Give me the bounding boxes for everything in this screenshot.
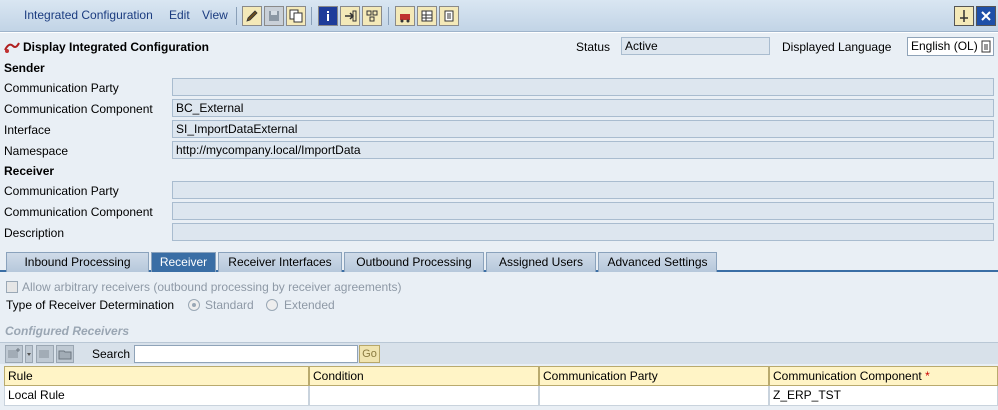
sender-interface-label: Interface (4, 123, 51, 137)
sender-component-label: Communication Component (4, 102, 153, 116)
extended-radio[interactable] (266, 299, 278, 311)
folder-icon (58, 350, 72, 360)
navigate-button[interactable] (340, 6, 360, 26)
column-header-communication-party[interactable]: Communication Party (539, 366, 769, 386)
close-icon (981, 11, 991, 21)
info-button[interactable] (318, 6, 338, 26)
language-select[interactable]: English (OL) (907, 37, 994, 56)
save-button[interactable] (264, 6, 284, 26)
where-used-button[interactable] (362, 6, 382, 26)
add-row-icon (8, 348, 20, 358)
pin-button[interactable] (954, 6, 974, 26)
go-button[interactable]: Go (359, 345, 380, 363)
configured-receivers-title: Configured Receivers (5, 324, 130, 338)
allow-arbitrary-checkbox[interactable] (6, 281, 18, 293)
table-cell-communication-party[interactable] (539, 386, 769, 406)
language-value: English (OL) (911, 39, 978, 53)
tab-outbound-processing[interactable]: Outbound Processing (344, 252, 484, 272)
transport-button[interactable] (395, 6, 415, 26)
table-cell-condition[interactable] (309, 386, 539, 406)
copy-button[interactable] (286, 6, 306, 26)
menu-view[interactable]: View (202, 8, 228, 22)
extended-label: Extended (284, 298, 335, 312)
table-cell-communication-component[interactable]: Z_ERP_TST (769, 386, 998, 406)
chevron-down-icon (27, 353, 31, 356)
transport-icon (400, 14, 410, 23)
column-header-communication-component[interactable]: Communication Component * (769, 366, 998, 386)
receiver-component-label: Communication Component (4, 205, 153, 219)
receiver-description-field (172, 223, 994, 241)
search-input[interactable] (134, 345, 358, 363)
receiver-party-label: Communication Party (4, 184, 119, 198)
sender-component-field: BC_External (172, 99, 994, 117)
edit-button[interactable] (242, 6, 262, 26)
table-cell-rule[interactable]: Local Rule (4, 386, 309, 406)
toolbar-separator (236, 7, 237, 25)
determination-label: Type of Receiver Determination (6, 298, 175, 312)
sender-interface-field: SI_ImportDataExternal (172, 120, 994, 138)
history-button[interactable] (439, 6, 459, 26)
column-header-rule[interactable]: Rule (4, 366, 309, 386)
navigate-icon (345, 10, 357, 22)
info-icon (327, 11, 329, 21)
grid-icon (421, 10, 433, 22)
grid-button[interactable] (417, 6, 437, 26)
sender-namespace-field: http://mycompany.local/ImportData (172, 141, 994, 159)
standard-radio[interactable] (188, 299, 200, 311)
copy-icon (289, 9, 303, 23)
delete-row-button[interactable] (36, 345, 54, 363)
tab-inbound-processing[interactable]: Inbound Processing (6, 252, 149, 272)
sender-party-label: Communication Party (4, 81, 119, 95)
where-used-icon (366, 10, 378, 22)
column-header-label: Communication Component (773, 369, 922, 383)
sender-heading: Sender (4, 61, 45, 75)
toolbar-separator (311, 7, 312, 25)
receiver-party-field (172, 181, 994, 199)
allow-arbitrary-label: Allow arbitrary receivers (outbound proc… (22, 280, 402, 294)
configuration-icon (4, 42, 20, 53)
tab-advanced-settings[interactable]: Advanced Settings (598, 252, 717, 272)
dropdown-icon (981, 40, 991, 53)
required-marker: * (925, 369, 930, 383)
tab-strip: Inbound Processing Receiver Receiver Int… (0, 252, 998, 272)
menu-edit[interactable]: Edit (169, 8, 190, 22)
standard-label: Standard (205, 298, 254, 312)
menu-toolbar: Integrated Configuration Edit View (0, 0, 998, 32)
save-icon (269, 11, 279, 21)
receiver-heading: Receiver (4, 164, 55, 178)
tab-receiver-interfaces[interactable]: Receiver Interfaces (218, 252, 342, 272)
sender-namespace-label: Namespace (4, 144, 69, 158)
page-title: Display Integrated Configuration (23, 40, 210, 54)
close-button[interactable] (976, 6, 996, 26)
sender-party-field (172, 78, 994, 96)
open-button[interactable] (56, 345, 74, 363)
column-header-condition[interactable]: Condition (309, 366, 539, 386)
pin-icon (960, 10, 968, 22)
tab-receiver[interactable]: Receiver (151, 252, 216, 272)
add-row-button[interactable] (5, 345, 23, 363)
table-toolbar: Search Go (0, 342, 998, 364)
receiver-component-field (172, 202, 994, 220)
delete-row-icon (39, 350, 49, 358)
menu-integrated-configuration[interactable]: Integrated Configuration (24, 8, 153, 22)
tab-assigned-users[interactable]: Assigned Users (486, 252, 596, 272)
toolbar-separator (388, 7, 389, 25)
receiver-description-label: Description (4, 226, 65, 240)
history-icon (444, 10, 454, 22)
edit-icon (246, 10, 258, 22)
search-label: Search (92, 347, 131, 361)
status-field: Active (621, 37, 770, 55)
language-label: Displayed Language (782, 40, 892, 54)
add-row-dropdown[interactable] (25, 345, 33, 363)
status-label: Status (576, 40, 611, 54)
